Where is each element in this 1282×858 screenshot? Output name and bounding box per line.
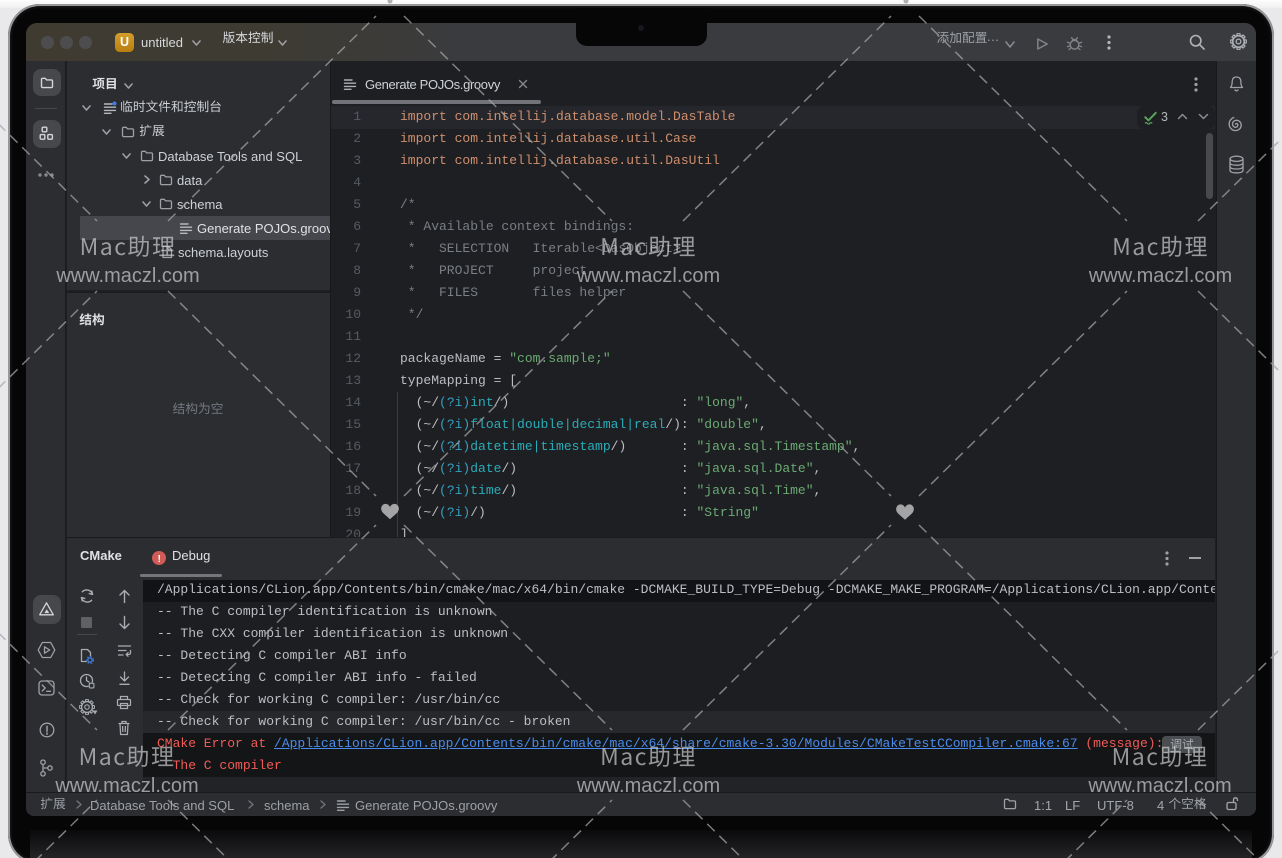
svg-text:www.maczl.com: www.maczl.com (1088, 265, 1232, 287)
svg-text:www.maczl.com: www.maczl.com (576, 265, 720, 287)
svg-text:www.maczl.com: www.maczl.com (576, 775, 720, 797)
svg-text:www.maczl.com: www.maczl.com (55, 265, 199, 287)
svg-text:www.maczl.com: www.maczl.com (54, 775, 198, 797)
svg-text:www.maczl.com: www.maczl.com (1087, 775, 1231, 797)
